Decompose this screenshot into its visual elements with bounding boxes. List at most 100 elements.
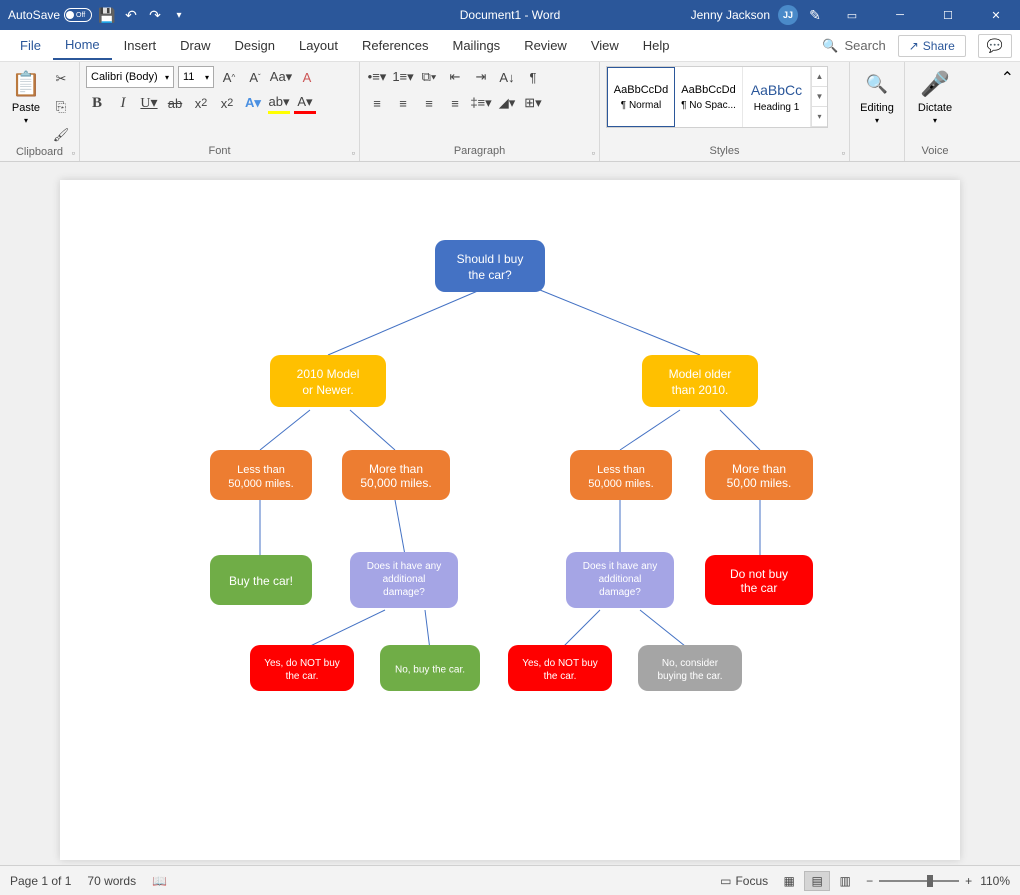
pen-icon[interactable]: ✎ <box>806 6 824 24</box>
grow-font-icon[interactable]: A^ <box>218 66 240 88</box>
maximize-icon[interactable]: ☐ <box>928 0 968 30</box>
underline-button[interactable]: U▾ <box>138 92 160 114</box>
node-rrr3[interactable]: Do not buythe car <box>705 555 813 605</box>
multilevel-icon[interactable]: ⧉▾ <box>418 66 440 88</box>
redo-icon[interactable]: ↷ <box>146 6 164 24</box>
node-leaf2[interactable]: No, buy the car. <box>380 645 480 691</box>
tab-help[interactable]: Help <box>631 32 682 59</box>
change-case-icon[interactable]: Aa▾ <box>270 66 292 88</box>
tab-view[interactable]: View <box>579 32 631 59</box>
node-left1[interactable]: 2010 Modelor Newer. <box>270 355 386 407</box>
node-rl2[interactable]: Less than50,000 miles. <box>570 450 672 500</box>
word-count[interactable]: 70 words <box>87 874 136 888</box>
cut-icon[interactable]: ✂ <box>50 68 72 90</box>
page-indicator[interactable]: Page 1 of 1 <box>10 874 71 888</box>
numbering-icon[interactable]: 1≡▾ <box>392 66 414 88</box>
show-marks-icon[interactable]: ¶ <box>522 66 544 88</box>
highlight-icon[interactable]: ab▾ <box>268 92 290 114</box>
style-no-spacing[interactable]: AaBbCcDd ¶ No Spac... <box>675 67 743 127</box>
gallery-more-icon[interactable]: ▾ <box>812 107 827 127</box>
align-center-icon[interactable]: ≡ <box>392 92 414 114</box>
paragraph-launcher-icon[interactable]: ▫ <box>592 148 595 158</box>
zoom-in-icon[interactable]: + <box>965 874 972 888</box>
comments-button[interactable]: 💬 <box>978 34 1012 58</box>
focus-mode[interactable]: ▭ Focus <box>720 874 768 888</box>
document-area[interactable]: Should I buythe car? 2010 Modelor Newer.… <box>0 162 1020 865</box>
tab-draw[interactable]: Draw <box>168 32 222 59</box>
ribbon-options-icon[interactable]: ▭ <box>832 0 872 30</box>
tab-design[interactable]: Design <box>223 32 287 59</box>
font-launcher-icon[interactable]: ▫ <box>352 148 355 158</box>
share-button[interactable]: ↗ Share <box>898 35 966 57</box>
node-leaf4[interactable]: No, considerbuying the car. <box>638 645 742 691</box>
style-heading1[interactable]: AaBbCc Heading 1 <box>743 67 811 127</box>
dictate-button[interactable]: 🎤 Dictate ▾ <box>911 66 959 127</box>
tab-mailings[interactable]: Mailings <box>441 32 513 59</box>
flowchart-diagram[interactable]: Should I buythe car? 2010 Modelor Newer.… <box>60 180 960 860</box>
node-lr2[interactable]: More than50,000 miles. <box>342 450 450 500</box>
undo-icon[interactable]: ↶ <box>122 6 140 24</box>
node-leaf1[interactable]: Yes, do NOT buythe car. <box>250 645 354 691</box>
search-box[interactable]: 🔍 Search <box>822 38 885 54</box>
tab-layout[interactable]: Layout <box>287 32 350 59</box>
tab-insert[interactable]: Insert <box>112 32 169 59</box>
text-effects-icon[interactable]: A▾ <box>242 92 264 114</box>
zoom-out-icon[interactable]: − <box>866 874 873 888</box>
node-leaf3[interactable]: Yes, do NOT buythe car. <box>508 645 612 691</box>
page[interactable]: Should I buythe car? 2010 Modelor Newer.… <box>60 180 960 860</box>
line-spacing-icon[interactable]: ‡≡▾ <box>470 92 492 114</box>
node-lll3[interactable]: Buy the car! <box>210 555 312 605</box>
tab-references[interactable]: References <box>350 32 440 59</box>
node-rr2[interactable]: More than50,00 miles. <box>705 450 813 500</box>
zoom-level[interactable]: 110% <box>980 874 1010 888</box>
bullets-icon[interactable]: •≡▾ <box>366 66 388 88</box>
web-layout-icon[interactable]: ▥ <box>832 871 858 891</box>
subscript-button[interactable]: x2 <box>190 92 212 114</box>
styles-launcher-icon[interactable]: ▫ <box>842 148 845 158</box>
style-normal[interactable]: AaBbCcDd ¶ Normal <box>607 67 675 127</box>
node-rrl3[interactable]: Does it have anyadditionaldamage? <box>566 552 674 608</box>
format-painter-icon[interactable]: 🖌 <box>50 124 72 146</box>
italic-button[interactable]: I <box>112 92 134 114</box>
collapse-ribbon-icon[interactable]: ⌃ <box>995 62 1020 161</box>
node-ll2[interactable]: Less than50,000 miles. <box>210 450 312 500</box>
close-icon[interactable]: ✕ <box>976 0 1016 30</box>
read-mode-icon[interactable]: ▦ <box>776 871 802 891</box>
align-left-icon[interactable]: ≡ <box>366 92 388 114</box>
spellcheck-icon[interactable]: 📖 <box>152 874 167 888</box>
autosave-toggle[interactable]: AutoSave Off <box>8 8 92 22</box>
user-name[interactable]: Jenny Jackson <box>691 8 770 22</box>
clear-format-icon[interactable]: A <box>296 66 318 88</box>
zoom-slider[interactable]: − + <box>866 874 972 888</box>
tab-home[interactable]: Home <box>53 31 112 60</box>
shrink-font-icon[interactable]: Aˇ <box>244 66 266 88</box>
increase-indent-icon[interactable]: ⇥ <box>470 66 492 88</box>
gallery-down-icon[interactable]: ▼ <box>812 87 827 107</box>
sort-icon[interactable]: A↓ <box>496 66 518 88</box>
qat-more-icon[interactable]: ▾ <box>170 6 188 24</box>
node-llr3[interactable]: Does it have anyadditionaldamage? <box>350 552 458 608</box>
clipboard-launcher-icon[interactable]: ▫ <box>72 148 75 158</box>
justify-icon[interactable]: ≡ <box>444 92 466 114</box>
tab-review[interactable]: Review <box>512 32 579 59</box>
shading-icon[interactable]: ◢▾ <box>496 92 518 114</box>
save-icon[interactable]: 💾 <box>98 6 116 24</box>
editing-button[interactable]: 🔍 Editing ▾ <box>856 66 898 127</box>
font-size-combo[interactable]: 11▾ <box>178 66 214 88</box>
node-root[interactable]: Should I buythe car? <box>435 240 545 292</box>
tab-file[interactable]: File <box>8 32 53 59</box>
node-right1[interactable]: Model olderthan 2010. <box>642 355 758 407</box>
superscript-button[interactable]: x2 <box>216 92 238 114</box>
minimize-icon[interactable]: ─ <box>880 0 920 30</box>
bold-button[interactable]: B <box>86 92 108 114</box>
print-layout-icon[interactable]: ▤ <box>804 871 830 891</box>
decrease-indent-icon[interactable]: ⇤ <box>444 66 466 88</box>
user-avatar[interactable]: JJ <box>778 5 798 25</box>
copy-icon[interactable]: ⎘ <box>50 96 72 118</box>
font-name-combo[interactable]: Calibri (Body)▾ <box>86 66 174 88</box>
gallery-up-icon[interactable]: ▲ <box>812 67 827 87</box>
styles-gallery[interactable]: AaBbCcDd ¶ Normal AaBbCcDd ¶ No Spac... … <box>606 66 828 128</box>
font-color-icon[interactable]: A▾ <box>294 92 316 114</box>
align-right-icon[interactable]: ≡ <box>418 92 440 114</box>
strikethrough-button[interactable]: ab <box>164 92 186 114</box>
